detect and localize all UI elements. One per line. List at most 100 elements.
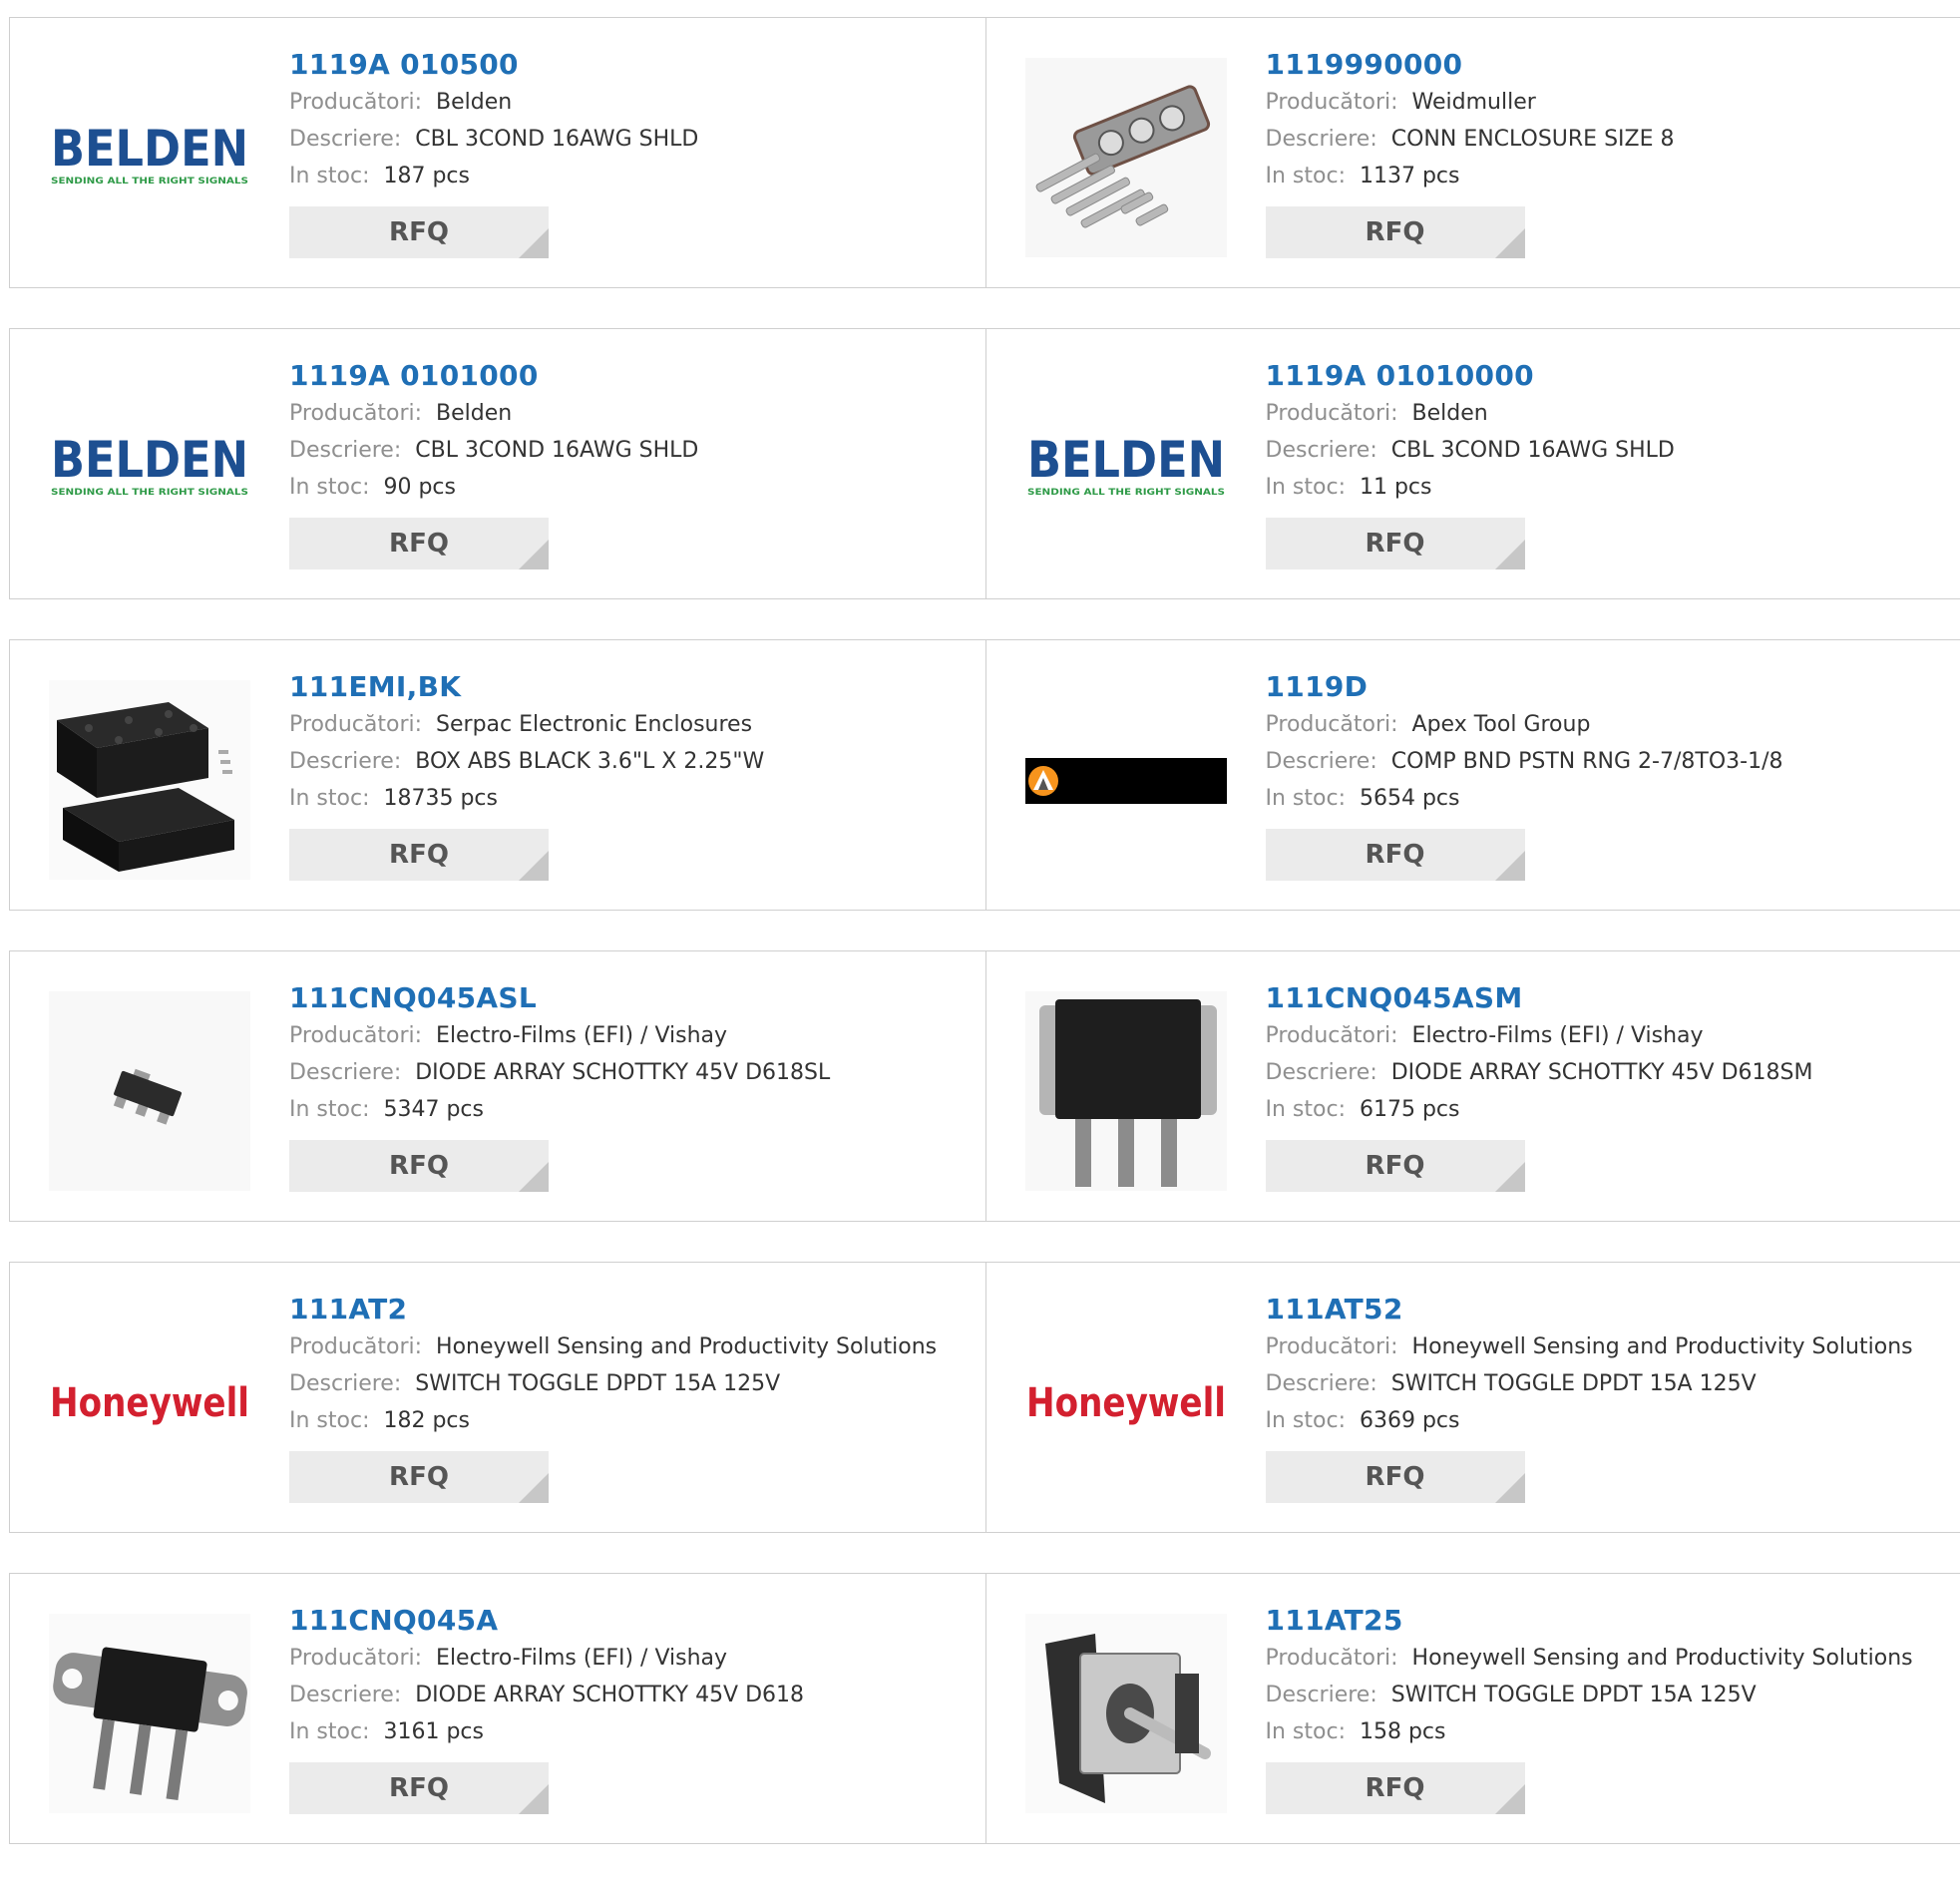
description-line: Descriere:SWITCH TOGGLE DPDT 15A 125V	[1266, 1365, 1951, 1402]
product-card: 111EMI,BK Producători:Serpac Electronic …	[10, 640, 985, 910]
part-number-link[interactable]: 111AT25	[1266, 1602, 1951, 1640]
stock-value: 5347 pcs	[383, 1097, 484, 1122]
rfq-button[interactable]: RFQ	[289, 518, 549, 569]
corner-triangle-icon	[1495, 1162, 1525, 1192]
product-image[interactable]	[1025, 680, 1227, 880]
description-label: Descriere:	[1266, 438, 1377, 463]
rfq-button[interactable]: RFQ	[1266, 1140, 1525, 1192]
product-image[interactable]	[49, 991, 250, 1191]
product-image[interactable]	[1025, 58, 1227, 257]
product-info: 1119A 010500 Producători:Belden Descrier…	[289, 46, 976, 258]
rfq-button[interactable]: RFQ	[289, 206, 549, 258]
belden-logo-icon: BELDEN SENDING ALL THE RIGHT SIGNALS	[49, 58, 250, 257]
product-card: 111CNQ045A Producători: Electro-Films (EF…	[10, 1574, 985, 1843]
product-image[interactable]: Honeywell	[49, 1303, 250, 1502]
rfq-button[interactable]: RFQ	[289, 1140, 549, 1192]
toggle-switch-icon	[1025, 1614, 1227, 1813]
description-value: DIODE ARRAY SCHOTTKY 45V D618SM	[1391, 1060, 1813, 1085]
description-line: Descriere:DIODE ARRAY SCHOTTKY 45V D618S…	[289, 1054, 976, 1091]
manufacturer-line: Producători:Belden	[289, 395, 976, 432]
stock-label: In stoc:	[1266, 1097, 1346, 1122]
stock-line: In stoc:5654 pcs	[1266, 780, 1951, 817]
product-info: 111AT2 Producători:Honeywell Sensing and…	[289, 1291, 976, 1503]
part-number-link[interactable]: 1119A 01010000	[1266, 357, 1951, 395]
product-row: Honeywell 111AT2 Producători:Honeywell S…	[9, 1262, 1960, 1533]
description-value: CBL 3COND 16AWG SHLD	[1391, 438, 1675, 463]
description-label: Descriere:	[1266, 749, 1377, 774]
rfq-button[interactable]: RFQ	[1266, 829, 1525, 881]
manufacturer-value: Electro-Films (EFI) / Vishay	[436, 1646, 727, 1671]
product-info: 111AT25 Producători: Honeywell Sensing an…	[1266, 1602, 1951, 1814]
stock-line: In stoc:3161 pcs	[289, 1713, 976, 1750]
rfq-label: RFQ	[389, 529, 449, 559]
product-image[interactable]: BELDEN SENDING ALL THE RIGHT SIGNALS	[49, 369, 250, 568]
product-image[interactable]: BELDEN SENDING ALL THE RIGHT SIGNALS	[49, 58, 250, 257]
apex-logo-icon	[1025, 680, 1227, 880]
part-number-link[interactable]: 1119990000	[1266, 46, 1951, 84]
part-number-link[interactable]: 111CNQ045ASL	[289, 979, 976, 1017]
stock-line: In stoc:90 pcs	[289, 469, 976, 506]
manufacturer-value: Belden	[436, 401, 512, 426]
manufacturer-value: Belden	[1412, 401, 1488, 426]
description-line: Descriere:CBL 3COND 16AWG SHLD	[289, 121, 976, 158]
description-value: CBL 3COND 16AWG SHLD	[415, 438, 698, 463]
rfq-button[interactable]: RFQ	[1266, 1762, 1525, 1814]
stock-line: In stoc:6175 pcs	[1266, 1091, 1951, 1128]
rfq-label: RFQ	[1366, 1773, 1425, 1803]
logo-text: Honeywell	[50, 1380, 249, 1426]
description-label: Descriere:	[1266, 1683, 1377, 1707]
stock-label: In stoc:	[289, 1719, 369, 1744]
manufacturer-label: Producători:	[1266, 1646, 1398, 1671]
stock-label: In stoc:	[1266, 475, 1346, 500]
manufacturer-value: Apex Tool Group	[1412, 712, 1591, 737]
manufacturer-value: Honeywell Sensing and Productivity Solut…	[1412, 1334, 1913, 1359]
description-line: Descriere:COMP BND PSTN RNG 2-7/8TO3-1/8	[1266, 743, 1951, 780]
manufacturer-line: Producători:Apex Tool Group	[1266, 706, 1951, 743]
product-card: 111AT25 Producători: Honeywell Sensing an…	[985, 1574, 1960, 1843]
corner-triangle-icon	[519, 1784, 549, 1814]
product-row: BELDEN SENDING ALL THE RIGHT SIGNALS 111…	[9, 17, 1960, 288]
part-number-link[interactable]: 1119D	[1266, 668, 1951, 706]
product-image[interactable]: Honeywell	[1025, 1303, 1227, 1502]
manufacturer-value: Honeywell Sensing and Productivity Solut…	[436, 1334, 937, 1359]
description-line: Descriere:SWITCH TOGGLE DPDT 15A 125V	[1266, 1677, 1951, 1713]
manufacturer-value: Honeywell Sensing and Productivity Solut…	[1412, 1646, 1913, 1671]
manufacturer-label: Producători:	[289, 1646, 422, 1671]
rfq-label: RFQ	[389, 1151, 449, 1181]
product-image[interactable]	[1025, 1614, 1227, 1813]
part-number-link[interactable]: 111CNQ045A	[289, 1602, 976, 1640]
corner-triangle-icon	[1495, 1784, 1525, 1814]
part-number-link[interactable]: 1119A 010500	[289, 46, 976, 84]
product-image[interactable]	[1025, 991, 1227, 1191]
part-number-link[interactable]: 111CNQ045ASM	[1266, 979, 1951, 1017]
stock-value: 182 pcs	[383, 1408, 470, 1433]
smd-diode-icon	[49, 991, 250, 1191]
product-info: 1119A 0101000 Producători:Belden Descrie…	[289, 357, 976, 569]
rfq-label: RFQ	[389, 840, 449, 870]
product-image[interactable]	[49, 680, 250, 880]
rfq-button[interactable]: RFQ	[1266, 206, 1525, 258]
rfq-button[interactable]: RFQ	[289, 829, 549, 881]
product-image[interactable]	[49, 1614, 250, 1813]
rfq-label: RFQ	[1366, 529, 1425, 559]
product-image[interactable]: BELDEN SENDING ALL THE RIGHT SIGNALS	[1025, 369, 1227, 568]
rfq-button[interactable]: RFQ	[289, 1762, 549, 1814]
belden-logo-icon: BELDEN SENDING ALL THE RIGHT SIGNALS	[49, 369, 250, 568]
part-number-link[interactable]: 111AT2	[289, 1291, 976, 1328]
product-card: 1119990000 Producători:Weidmuller Descri…	[985, 18, 1960, 287]
product-info: 111CNQ045ASL Producători:Electro-Films (…	[289, 979, 976, 1192]
stock-value: 18735 pcs	[383, 786, 498, 811]
stock-line: In stoc:187 pcs	[289, 158, 976, 194]
part-number-link[interactable]: 1119A 0101000	[289, 357, 976, 395]
manufacturer-label: Producători:	[1266, 90, 1398, 115]
manufacturer-label: Producători:	[289, 90, 422, 115]
rfq-button[interactable]: RFQ	[1266, 518, 1525, 569]
part-number-link[interactable]: 111AT52	[1266, 1291, 1951, 1328]
manufacturer-value: Electro-Films (EFI) / Vishay	[1412, 1023, 1704, 1048]
rfq-button[interactable]: RFQ	[1266, 1451, 1525, 1503]
stock-line: In stoc:18735 pcs	[289, 780, 976, 817]
product-card: 1119D Producători:Apex Tool Group Descri…	[985, 640, 1960, 910]
part-number-link[interactable]: 111EMI,BK	[289, 668, 976, 706]
rfq-button[interactable]: RFQ	[289, 1451, 549, 1503]
description-line: Descriere:DIODE ARRAY SCHOTTKY 45V D618S…	[1266, 1054, 1951, 1091]
